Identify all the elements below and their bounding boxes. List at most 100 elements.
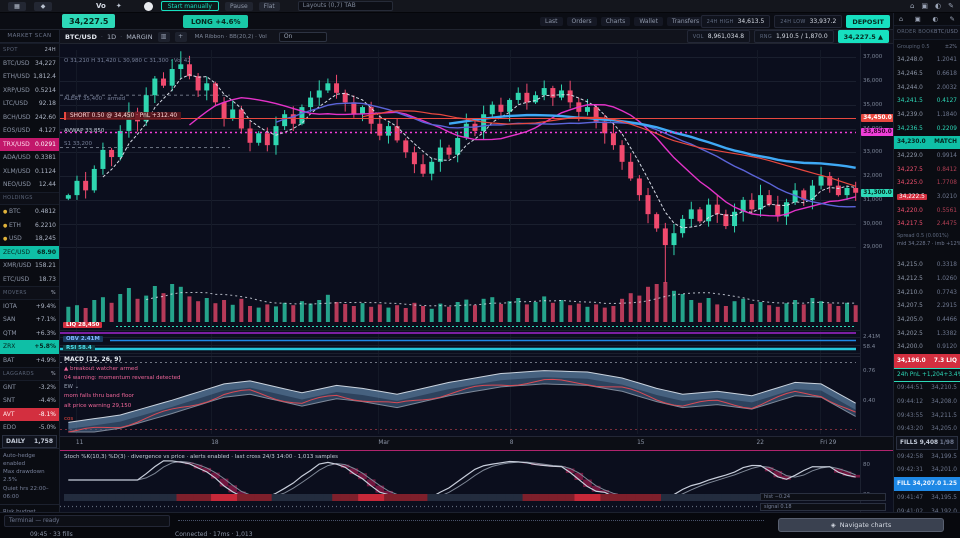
price-badge[interactable]: 34,227.5 <box>62 14 115 28</box>
alert-label[interactable]: S1 33,200 <box>64 141 92 147</box>
orderbook-row[interactable]: 34,212.51.0260 <box>894 272 960 286</box>
watchlist-row[interactable]: BAT+4.9% <box>0 354 59 368</box>
ribbon-nav-charts[interactable]: Charts <box>601 17 631 26</box>
watchlist-row[interactable]: BTC/USD34,227 <box>0 57 59 71</box>
orderbook-row[interactable]: 34,200.00.9120 <box>894 340 960 354</box>
search-input[interactable]: Layouts (0,7) TAB <box>298 1 393 11</box>
symbol-label[interactable]: BTC/USD <box>65 33 97 41</box>
orderbook-row[interactable]: 34,205.00.4466 <box>894 313 960 327</box>
orderbook-row[interactable]: 34,227.50.8412 <box>894 163 960 177</box>
orderbook-row[interactable]: 34,225.01.7708 <box>894 177 960 191</box>
watchlist-row[interactable]: ZRX+5.8% <box>0 340 59 354</box>
watchlist-row[interactable]: BTC0.4812 <box>0 205 59 219</box>
add-indicator-icon[interactable]: + <box>175 32 187 42</box>
orderbook-row[interactable]: 34,248.01.2041 <box>894 53 960 67</box>
terminal-box[interactable]: Terminal — ready <box>4 515 170 527</box>
candles-icon[interactable]: ▥ <box>158 32 170 42</box>
orderbook-row[interactable]: 09:41:4734,195.5 <box>894 491 960 505</box>
orderbook-row[interactable]: 09:41:0234,192.0 <box>894 505 960 512</box>
ribbon-nav-transfers[interactable]: Transfers <box>667 17 704 26</box>
pair-label: EDO <box>3 424 16 431</box>
orderbook-row[interactable]: 09:42:3134,201.0 <box>894 464 960 478</box>
balance-icon[interactable]: ◐ <box>932 15 938 23</box>
panel-icon[interactable]: ▣ <box>921 2 928 10</box>
orderbook-row[interactable]: 34,241.50.4127 <box>894 94 960 108</box>
watchlist-row[interactable]: ZEC/USD68.90 <box>0 246 59 260</box>
orderbook-row[interactable]: 34,202.51.3382 <box>894 327 960 341</box>
ribbon-nav-wallet[interactable]: Wallet <box>634 17 663 26</box>
orderbook-row[interactable]: 34,239.01.1840 <box>894 108 960 122</box>
theme-toggle[interactable] <box>144 2 153 11</box>
watchlist-row[interactable]: USD18,245 <box>0 232 59 246</box>
start-manually-button[interactable]: Start manually <box>161 1 219 11</box>
ribbon-nav-orders[interactable]: Orders <box>567 17 597 26</box>
orderbook-row[interactable]: 09:43:5534,211.5 <box>894 409 960 423</box>
watchlist-row[interactable]: NEO/USD12.44 <box>0 178 59 192</box>
timeframe-selector[interactable]: 1D <box>107 33 116 41</box>
orderbook-row[interactable]: 34,236.50.2209 <box>894 122 960 136</box>
watchlist-row[interactable]: TRX/USD0.0291 <box>0 138 59 152</box>
watchlist-row[interactable]: SNT-4.4% <box>0 394 59 408</box>
watchlist-row[interactable]: QTM+6.3% <box>0 327 59 341</box>
orderbook-row[interactable]: 34,244.02.0032 <box>894 81 960 95</box>
panel-icon[interactable]: ▣ <box>915 15 921 23</box>
orderbook-row[interactable]: 34,215.00.3318 <box>894 258 960 272</box>
alert-label[interactable]: ALERT 35,400 · armed <box>64 96 125 102</box>
home-icon[interactable]: ⌂ <box>910 2 914 10</box>
deposit-button[interactable]: DEPOSIT <box>846 15 890 28</box>
ribbon-nav-last[interactable]: Last <box>540 17 563 26</box>
orderbook-row[interactable]: 09:43:2034,205.0 <box>894 423 960 437</box>
orderbook-row[interactable]: 34,222.53.0210 <box>894 190 960 204</box>
time-axis[interactable]: 1118Mar81522Fri 29 <box>60 436 893 450</box>
collapsed-pane-chip[interactable]: LIQ 28,450 <box>63 322 102 328</box>
orderbook-row[interactable]: 09:42:5834,199.5 <box>894 450 960 464</box>
watchlist-row[interactable]: IOTA+9.4% <box>0 300 59 314</box>
orderbook-row[interactable]: 34,207.52.2915 <box>894 299 960 313</box>
watchlist-row[interactable]: GNT-3.2% <box>0 381 59 395</box>
watchlist-row[interactable]: ADA/USD0.3381 <box>0 151 59 165</box>
orderbook-row[interactable]: 34,230.0MATCH <box>894 136 960 150</box>
edit-icon[interactable]: ✎ <box>950 15 955 23</box>
edit-icon[interactable]: ✎ <box>948 2 954 10</box>
watchlist-row[interactable]: XLM/USD0.1124 <box>0 165 59 179</box>
watchlist-row[interactable]: XMR/USD158.21 <box>0 259 59 273</box>
orderbook-row[interactable]: 09:44:5134,210.5 <box>894 382 960 396</box>
orderbook-row[interactable]: 24h PnL +1,204+3.4% <box>894 368 960 382</box>
orderbook-row[interactable]: Spread 0.5 (0.001%)mid 34,228.7 · imb +1… <box>894 231 960 258</box>
orderbook-row[interactable]: 34,217.52.4475 <box>894 218 960 232</box>
orderbook-row[interactable]: 09:44:1234,208.0 <box>894 395 960 409</box>
watchlist-row[interactable]: XRP/USD0.5214 <box>0 84 59 98</box>
watchlist-row[interactable]: ETC/USD18.73 <box>0 273 59 287</box>
alert-label[interactable]: AVWAP 33,850 <box>64 128 104 134</box>
shield-icon[interactable]: ◆ <box>34 2 52 11</box>
watchlist-row[interactable]: LTC/USD92.18 <box>0 97 59 111</box>
orderbook-row[interactable]: 34,196.07.3 LIQ <box>894 354 960 368</box>
watchlist-row[interactable]: BCH/USD242.60 <box>0 111 59 125</box>
orderbook-row[interactable]: FILLS 9,4081/98 <box>896 436 958 450</box>
home-icon[interactable]: ⌂ <box>899 15 903 23</box>
orderbook-row[interactable]: 34,229.00.9914 <box>894 149 960 163</box>
last-price-chip[interactable]: 34,227.5 ▲ <box>838 30 889 43</box>
watchlist-row[interactable]: ETH/USD1,812.4 <box>0 70 59 84</box>
position-badge[interactable]: LONG +4.6% <box>183 15 248 28</box>
collapsed-pane-chip[interactable]: OBV 2.41M <box>63 336 103 342</box>
watchlist-row[interactable]: SAN+7.1% <box>0 313 59 327</box>
navigate-charts-button[interactable]: ◈ Navigate charts <box>778 518 944 532</box>
orderbook-row[interactable]: FILL 34,207.01.25 <box>894 477 960 491</box>
grid-icon[interactable]: ▦ <box>8 2 26 11</box>
orderbook-row[interactable]: 34,210.00.7743 <box>894 286 960 300</box>
orderbook-row[interactable]: 34,220.00.5561 <box>894 204 960 218</box>
on-input[interactable]: On <box>279 32 327 42</box>
watchlist-row[interactable]: AVT-8.1% <box>0 408 59 422</box>
contrast-icon[interactable]: ◐ <box>935 2 941 10</box>
pause-button[interactable]: Pause <box>225 2 253 11</box>
watchlist-row[interactable]: EDO-5.0% <box>0 421 59 435</box>
position-label[interactable]: SHORT 0.50 @ 34,450 · PnL +312.40 <box>64 112 181 120</box>
daily-stats-cell[interactable]: DAILY 1,758 <box>2 435 57 448</box>
collapsed-pane-chip[interactable]: RSI 58.4 <box>63 345 95 351</box>
orderbook-row[interactable]: Grouping 0.5±2% <box>894 40 960 54</box>
watchlist-row[interactable]: EOS/USD4.127 <box>0 124 59 138</box>
orderbook-row[interactable]: 34,246.50.6618 <box>894 67 960 81</box>
flat-button[interactable]: Flat <box>259 2 280 11</box>
watchlist-row[interactable]: ETH6.2210 <box>0 219 59 233</box>
